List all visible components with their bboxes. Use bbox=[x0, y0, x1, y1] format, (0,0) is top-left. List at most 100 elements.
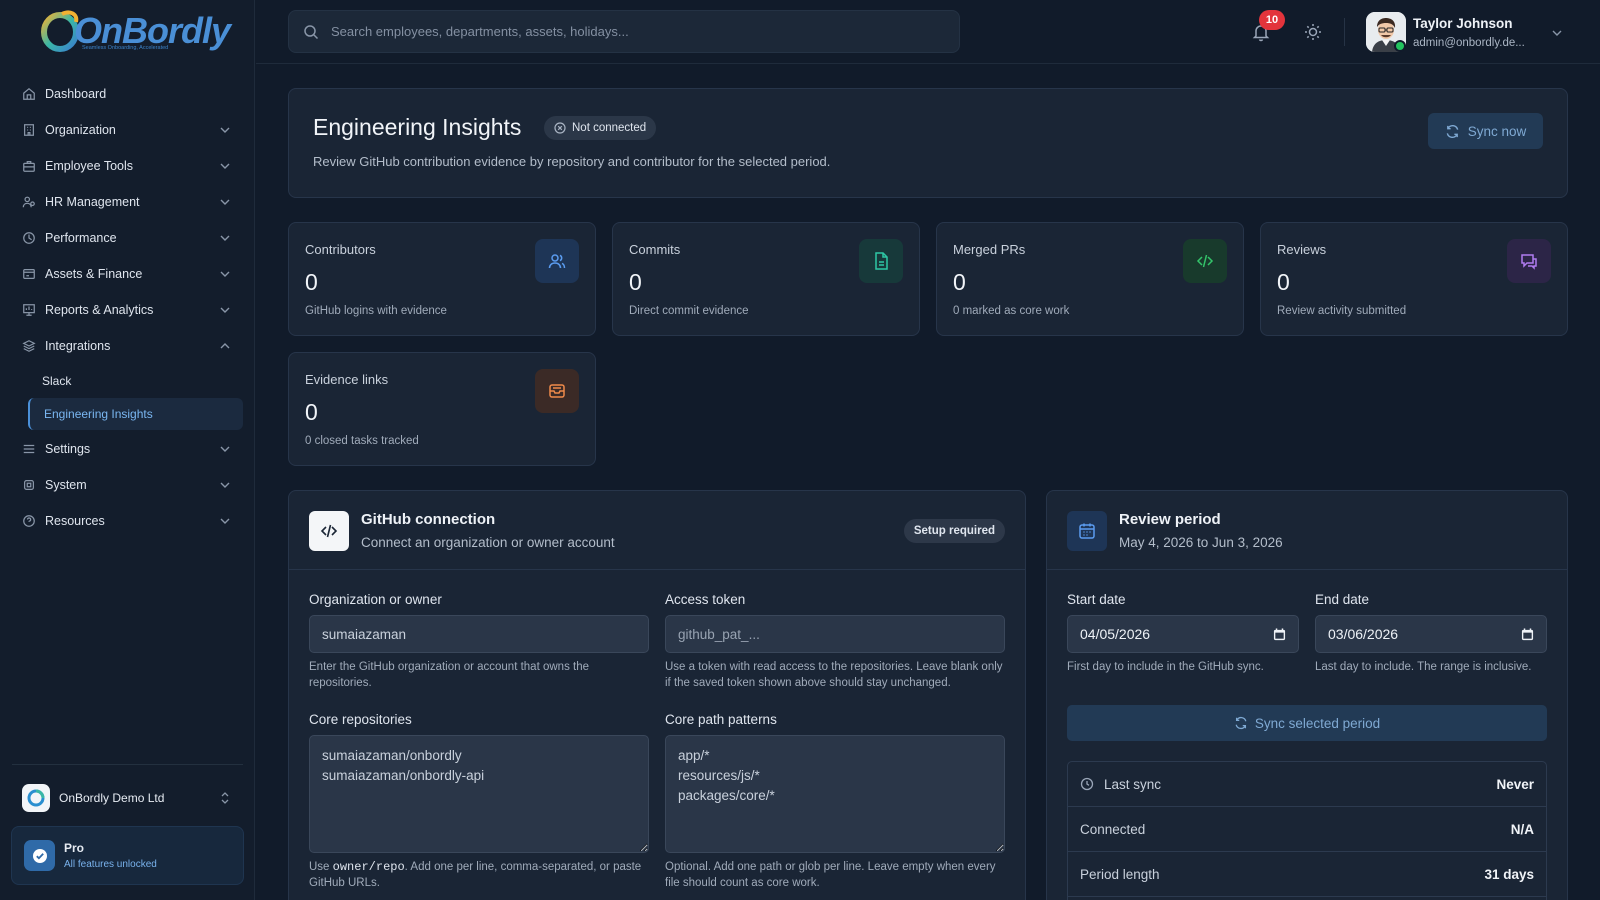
sidebar-item-assets-finance[interactable]: Assets & Finance bbox=[12, 256, 243, 292]
sidebar-item-integrations[interactable]: Integrations bbox=[12, 328, 243, 364]
start-date-value: 04/05/2026 bbox=[1080, 626, 1151, 642]
sidebar-subitem-label: Engineering Insights bbox=[44, 407, 153, 421]
org-owner-help: Enter the GitHub organization or account… bbox=[309, 661, 589, 689]
global-search[interactable] bbox=[288, 10, 960, 53]
refresh-icon bbox=[1446, 124, 1459, 138]
org-owner-input[interactable] bbox=[309, 615, 649, 653]
calendar-picker-icon[interactable] bbox=[1273, 628, 1286, 641]
access-token-help: Use a token with read access to the repo… bbox=[665, 661, 1003, 689]
sync-selected-period-label: Sync selected period bbox=[1254, 715, 1381, 731]
info-key: Connected bbox=[1080, 821, 1146, 837]
code-icon bbox=[1183, 239, 1227, 283]
chevron-down-icon[interactable] bbox=[1550, 26, 1564, 40]
chevron-down-icon bbox=[220, 307, 230, 313]
chevron-down-icon bbox=[220, 482, 230, 488]
chevron-up-down-icon bbox=[221, 792, 229, 804]
stat-label: Merged PRs bbox=[953, 242, 1026, 257]
sync-now-button[interactable]: Sync now bbox=[1428, 113, 1543, 149]
end-date-help: Last day to include. The range is inclus… bbox=[1315, 661, 1532, 673]
core-repositories-label: Core repositories bbox=[309, 712, 412, 727]
page-description: Review GitHub contribution evidence by r… bbox=[313, 154, 831, 169]
chevron-down-icon bbox=[220, 271, 230, 277]
users-cog-icon bbox=[22, 196, 35, 208]
help-icon bbox=[23, 515, 35, 527]
stat-subtext: Direct commit evidence bbox=[629, 305, 749, 317]
refresh-icon bbox=[1235, 716, 1247, 730]
end-date-value: 03/06/2026 bbox=[1328, 626, 1399, 642]
stat-card-contributors: Contributors 0 GitHub logins with eviden… bbox=[288, 222, 596, 336]
sidebar-subitem-slack[interactable]: Slack bbox=[28, 365, 243, 397]
card-title: Review period bbox=[1119, 511, 1221, 528]
search-input[interactable] bbox=[331, 24, 945, 39]
core-repositories-textarea[interactable]: sumaiazaman/onbordly sumaiazaman/onbordl… bbox=[309, 735, 649, 853]
sidebar-item-system[interactable]: System bbox=[12, 467, 243, 503]
info-value: Never bbox=[1496, 776, 1534, 792]
trend-icon bbox=[23, 232, 35, 244]
plan-subtitle: All features unlocked bbox=[64, 859, 157, 870]
status-badge: Not connected bbox=[544, 116, 657, 140]
calendar-picker-icon[interactable] bbox=[1521, 628, 1534, 641]
start-date-input[interactable]: 04/05/2026 bbox=[1067, 615, 1299, 653]
search-icon bbox=[304, 24, 319, 39]
stat-label: Contributors bbox=[305, 242, 376, 257]
core-repositories-help: Use owner/repo. Add one per line, comma-… bbox=[309, 860, 642, 889]
sliders-icon bbox=[23, 444, 35, 454]
core-path-patterns-help: Optional. Add one path or glob per line.… bbox=[665, 861, 996, 889]
info-value: N/A bbox=[1510, 821, 1534, 837]
sidebar-item-label: HR Management bbox=[45, 195, 140, 209]
card-header: GitHub connection Connect an organizatio… bbox=[289, 491, 1025, 570]
chat-icon bbox=[1507, 239, 1551, 283]
page-header-card: Engineering Insights Not connected Revie… bbox=[288, 88, 1568, 198]
brand-logo[interactable]: OnBordly Seamless Onboarding, Accelerate… bbox=[40, 8, 231, 54]
sidebar-item-reports-analytics[interactable]: Reports & Analytics bbox=[12, 292, 243, 328]
report-icon bbox=[23, 304, 35, 316]
stat-card-merged-prs: Merged PRs 0 0 marked as core work bbox=[936, 222, 1244, 336]
access-token-label: Access token bbox=[665, 592, 746, 607]
review-period-card: Review period May 4, 2026 to Jun 3, 2026… bbox=[1046, 490, 1568, 900]
sun-icon[interactable] bbox=[1303, 22, 1323, 42]
sidebar-subitem-engineering-insights[interactable]: Engineering Insights bbox=[28, 398, 243, 430]
stat-value: 0 bbox=[629, 269, 642, 295]
sidebar-item-resources[interactable]: Resources bbox=[12, 503, 243, 539]
stat-value: 0 bbox=[305, 399, 318, 425]
badge-check-icon bbox=[24, 840, 55, 871]
topbar: 10 Taylor Johnson admin@onbordly.de... bbox=[256, 0, 1600, 64]
sync-selected-period-button[interactable]: Sync selected period bbox=[1067, 705, 1547, 741]
logo-tagline: Seamless Onboarding, Accelerated bbox=[82, 45, 169, 51]
access-token-input[interactable] bbox=[665, 615, 1005, 653]
code-icon bbox=[309, 511, 349, 551]
end-date-input[interactable]: 03/06/2026 bbox=[1315, 615, 1547, 653]
sidebar-item-employee-tools[interactable]: Employee Tools bbox=[12, 148, 243, 184]
plan-title: Pro bbox=[64, 841, 85, 855]
github-connection-card: GitHub connection Connect an organizatio… bbox=[288, 490, 1026, 900]
company-switcher[interactable]: OnBordly Demo Ltd bbox=[12, 780, 243, 816]
sidebar-item-organization[interactable]: Organization bbox=[12, 112, 243, 148]
user-email: admin@onbordly.de... bbox=[1413, 37, 1525, 49]
chevron-down-icon bbox=[220, 163, 230, 169]
info-row-connected: Connected N/A bbox=[1068, 807, 1546, 852]
stat-label: Evidence links bbox=[305, 372, 389, 387]
info-key: Last sync bbox=[1104, 776, 1162, 792]
briefcase-icon bbox=[23, 161, 35, 172]
core-path-patterns-textarea[interactable]: app/* resources/js/* packages/core/* bbox=[665, 735, 1005, 853]
sidebar-item-label: Performance bbox=[45, 231, 117, 245]
info-row-last-sync: Last sync Never bbox=[1068, 762, 1546, 807]
sidebar-divider bbox=[12, 764, 243, 765]
circle-x-icon bbox=[554, 122, 566, 134]
sidebar-item-performance[interactable]: Performance bbox=[12, 220, 243, 256]
sidebar-item-dashboard[interactable]: Dashboard bbox=[12, 76, 243, 112]
sidebar-item-settings[interactable]: Settings bbox=[12, 431, 243, 467]
sidebar-item-label: Settings bbox=[45, 442, 91, 456]
sidebar-subitem-label: Slack bbox=[42, 374, 72, 388]
plan-card[interactable]: Pro All features unlocked bbox=[11, 826, 244, 885]
end-date-label: End date bbox=[1315, 592, 1370, 607]
sidebar: OnBordly Seamless Onboarding, Accelerate… bbox=[0, 0, 255, 900]
stat-card-reviews: Reviews 0 Review activity submitted bbox=[1260, 222, 1568, 336]
chevron-up-icon bbox=[220, 343, 230, 349]
calendar-icon bbox=[1067, 511, 1107, 551]
sidebar-item-hr-management[interactable]: HR Management bbox=[12, 184, 243, 220]
chevron-down-icon bbox=[220, 199, 230, 205]
company-logo-icon bbox=[22, 784, 50, 812]
stat-label: Reviews bbox=[1277, 242, 1327, 257]
org-owner-label: Organization or owner bbox=[309, 592, 442, 607]
